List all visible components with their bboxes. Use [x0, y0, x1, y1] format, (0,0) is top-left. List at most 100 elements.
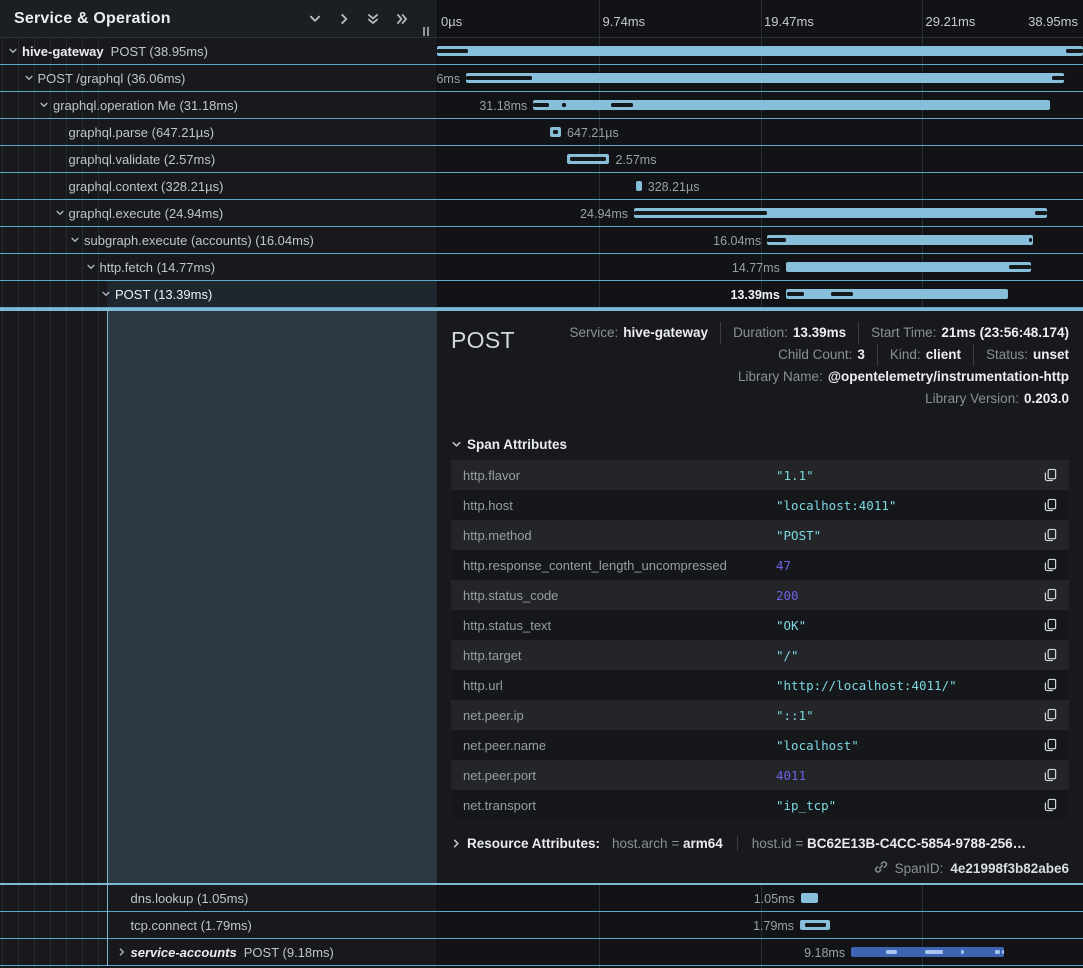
column-resizer-grip[interactable]: [423, 27, 429, 36]
chevron-right-icon[interactable]: [335, 10, 353, 28]
span-row[interactable]: graphql.operation Me (31.18ms) 31.18ms: [0, 92, 1083, 119]
span-bar[interactable]: [786, 262, 1031, 272]
span-timeline-cell[interactable]: 38.95ms: [437, 38, 1083, 64]
span-row[interactable]: POST /graphql (36.06ms)36.06ms: [0, 65, 1083, 92]
attribute-key: http.status_text: [463, 618, 776, 633]
span-bar[interactable]: [636, 181, 642, 191]
chevron-down-icon[interactable]: [101, 289, 115, 299]
detail-meta-item: Child Count:3: [778, 344, 865, 366]
span-row[interactable]: subgraph.execute (accounts) (16.04ms)16.…: [0, 227, 1083, 254]
meta-value: @opentelemetry/instrumentation-http: [828, 369, 1069, 384]
ruler-tick-label: 38.95ms: [1028, 14, 1078, 29]
span-timeline-cell[interactable]: 1.05ms: [437, 885, 1083, 911]
resource-attributes-row[interactable]: Resource Attributes: host.arch = arm64ho…: [451, 836, 1069, 851]
span-tree-cell[interactable]: graphql.validate (2.57ms): [0, 146, 437, 172]
copy-icon[interactable]: [1039, 528, 1057, 542]
span-bar[interactable]: [786, 289, 1008, 299]
copy-icon[interactable]: [1039, 738, 1057, 752]
span-duration-label: 1.05ms: [754, 892, 801, 906]
span-row[interactable]: graphql.validate (2.57ms)2.57ms: [0, 146, 1083, 173]
double-chevron-down-icon[interactable]: [364, 10, 382, 28]
chevron-down-icon[interactable]: [70, 235, 84, 245]
span-row[interactable]: graphql.parse (647.21µs) 647.21µs: [0, 119, 1083, 146]
attribute-key: net.transport: [463, 798, 776, 813]
span-timeline-cell[interactable]: 647.21µs: [437, 119, 1083, 145]
copy-icon[interactable]: [1039, 588, 1057, 602]
chevron-down-icon[interactable]: [8, 46, 22, 56]
copy-icon[interactable]: [1039, 648, 1057, 662]
ruler-tick-label: 29.21ms: [926, 14, 976, 29]
span-timeline-cell[interactable]: 24.94ms: [437, 200, 1083, 226]
span-tree-cell[interactable]: tcp.connect (1.79ms): [0, 912, 437, 938]
span-tree-cell[interactable]: service-accountsPOST (9.18ms): [0, 939, 437, 965]
span-row[interactable]: hive-gatewayPOST (38.95ms)38.95ms: [0, 38, 1083, 65]
copy-icon[interactable]: [1039, 498, 1057, 512]
span-attributes-header[interactable]: Span Attributes: [451, 437, 1069, 452]
copy-icon[interactable]: [1039, 468, 1057, 482]
span-bar[interactable]: [437, 46, 1083, 56]
span-tree-cell[interactable]: graphql.execute (24.94ms): [0, 200, 437, 226]
resource-attribute-item: host.id = BC62E13B-C4CC-5854-9788-256…: [737, 836, 1026, 851]
span-tree-cell[interactable]: graphql.operation Me (31.18ms): [0, 92, 437, 118]
copy-icon[interactable]: [1039, 768, 1057, 782]
copy-icon[interactable]: [1039, 798, 1057, 812]
span-row[interactable]: graphql.execute (24.94ms)24.94ms: [0, 200, 1083, 227]
span-service-name: hive-gateway: [22, 44, 104, 59]
span-attributes-title: Span Attributes: [467, 437, 567, 452]
span-tree-cell[interactable]: POST /graphql (36.06ms): [0, 65, 437, 91]
meta-label: Kind:: [890, 347, 921, 362]
span-duration-label: 647.21µs: [561, 126, 619, 140]
selected-subtree-line: [107, 885, 108, 966]
span-tree-cell[interactable]: POST (13.39ms): [0, 281, 437, 307]
chevron-down-icon[interactable]: [39, 100, 53, 110]
span-duration-label: 36.06ms: [437, 72, 466, 86]
chevron-down-icon[interactable]: [86, 262, 100, 272]
span-bar[interactable]: [767, 235, 1033, 245]
span-timeline-cell[interactable]: 16.04ms: [437, 227, 1083, 253]
span-bar[interactable]: [466, 73, 1064, 83]
span-timeline-cell[interactable]: 328.21µs: [437, 173, 1083, 199]
span-row[interactable]: http.fetch (14.77ms)14.77ms: [0, 254, 1083, 281]
span-row[interactable]: tcp.connect (1.79ms)1.79ms: [0, 912, 1083, 939]
span-row[interactable]: service-accountsPOST (9.18ms)9.18ms: [0, 939, 1083, 966]
span-tree-cell[interactable]: hive-gatewayPOST (38.95ms): [0, 38, 437, 64]
attribute-value: "POST": [776, 528, 1039, 543]
span-timeline-cell[interactable]: 2.57ms: [437, 146, 1083, 172]
chevron-down-icon[interactable]: [24, 73, 38, 83]
attribute-key: net.peer.port: [463, 768, 776, 783]
span-tree-cell[interactable]: subgraph.execute (accounts) (16.04ms): [0, 227, 437, 253]
span-timeline-cell[interactable]: 31.18ms: [437, 92, 1083, 118]
span-bar-mark: [611, 103, 633, 107]
span-tree-cell[interactable]: dns.lookup (1.05ms): [0, 885, 437, 911]
double-chevron-right-icon[interactable]: [393, 10, 411, 28]
copy-icon[interactable]: [1039, 678, 1057, 692]
attribute-row: net.peer.port4011: [451, 760, 1069, 790]
span-bar[interactable]: [801, 893, 818, 903]
detail-meta-item: Status:unset: [973, 344, 1069, 366]
chevron-down-icon[interactable]: [55, 208, 69, 218]
span-tree-cell[interactable]: http.fetch (14.77ms): [0, 254, 437, 280]
copy-icon[interactable]: [1039, 708, 1057, 722]
span-timeline-cell[interactable]: 13.39ms: [437, 281, 1083, 307]
span-timeline-cell[interactable]: 9.18ms: [437, 939, 1083, 965]
resource-attributes-items: host.arch = arm64host.id = BC62E13B-C4CC…: [612, 836, 1026, 851]
span-timeline-cell[interactable]: 36.06ms: [437, 65, 1083, 91]
span-row[interactable]: graphql.context (328.21µs)328.21µs: [0, 173, 1083, 200]
attribute-key: http.response_content_length_uncompresse…: [463, 558, 776, 573]
span-tree-cell[interactable]: graphql.parse (647.21µs): [0, 119, 437, 145]
span-duration-label: 31.18ms: [479, 99, 533, 113]
span-bar-mark: [570, 157, 606, 161]
attribute-key: http.target: [463, 648, 776, 663]
detail-meta-item: Kind:client: [877, 344, 961, 366]
span-timeline-cell[interactable]: 1.79ms: [437, 912, 1083, 938]
span-row[interactable]: dns.lookup (1.05ms) 1.05ms: [0, 885, 1083, 912]
chevron-down-icon[interactable]: [306, 10, 324, 28]
timeline-ruler[interactable]: 0µs9.74ms19.47ms29.21ms38.95ms: [437, 0, 1083, 37]
copy-icon[interactable]: [1039, 618, 1057, 632]
link-icon[interactable]: [874, 860, 888, 877]
chevron-right-icon[interactable]: [117, 947, 131, 957]
span-timeline-cell[interactable]: 14.77ms: [437, 254, 1083, 280]
span-tree-cell[interactable]: graphql.context (328.21µs): [0, 173, 437, 199]
copy-icon[interactable]: [1039, 558, 1057, 572]
span-row[interactable]: POST (13.39ms)13.39ms: [0, 281, 1083, 308]
